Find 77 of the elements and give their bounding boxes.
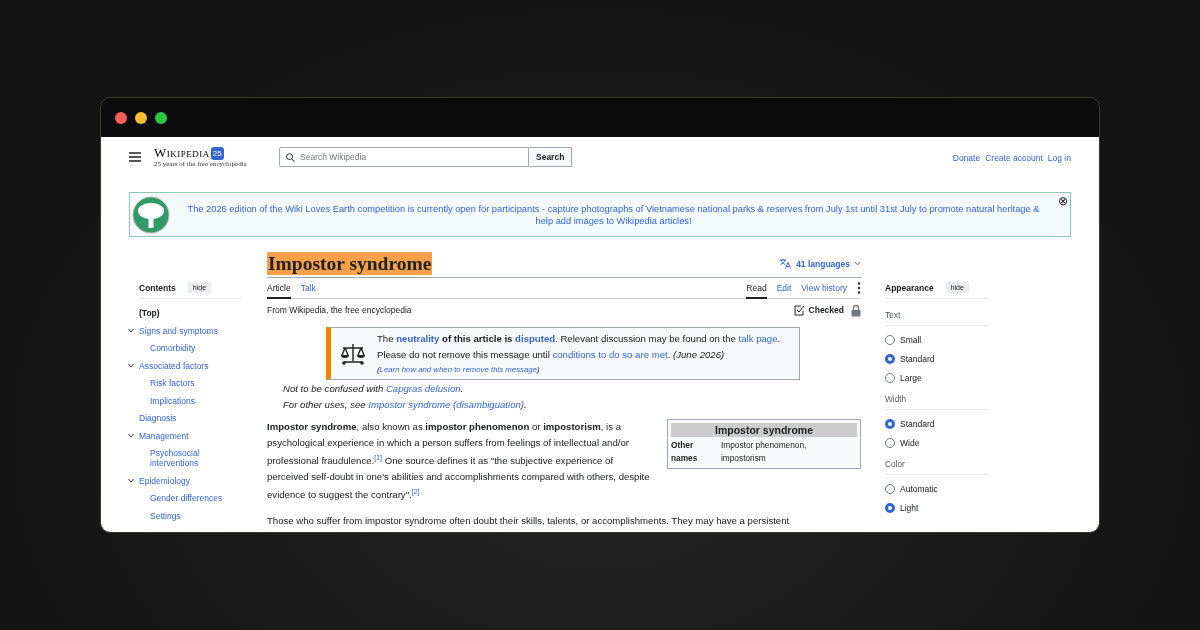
contents-link[interactable]: Settings <box>150 510 181 521</box>
contents-link[interactable]: Implications <box>150 395 195 406</box>
radio-label[interactable]: Standard <box>900 419 935 429</box>
text-link[interactable]: Capgras delusion <box>385 383 461 394</box>
minimize-icon[interactable] <box>135 111 147 124</box>
radio-button[interactable] <box>885 503 895 513</box>
close-icon[interactable]: ⊗ <box>1058 194 1068 208</box>
contents-link[interactable]: Management <box>139 430 189 441</box>
chevron-icon[interactable] <box>128 362 134 368</box>
contents-link[interactable]: Epidemiology <box>139 475 191 486</box>
header-link[interactable]: Create account <box>985 153 1043 163</box>
article-title: Impostor syndrome <box>267 252 433 275</box>
paragraph: Those who suffer from impostor syndrome often doubt their skills, talents, or accomplishments. They may have a persistent <box>267 513 791 528</box>
group-label: Text <box>885 299 989 326</box>
infobox-label: Other names <box>671 439 699 465</box>
infobox-title: Impostor syndrome <box>671 423 857 437</box>
scales-icon <box>339 341 367 366</box>
header-link[interactable]: Donate <box>952 153 981 163</box>
chevron-icon[interactable] <box>128 432 134 438</box>
hatnote: Not to be confused with Capgras delusion. <box>283 382 465 396</box>
group-label: Width <box>885 383 989 410</box>
page-tab[interactable]: Article <box>267 278 291 299</box>
radio-label[interactable]: Wide <box>900 438 920 448</box>
contents-link[interactable]: Risk factors <box>150 378 195 388</box>
notice-text: The neutrality of this article is disputed. Relevant discussion may be found on the talk page. Please do not remove this message until conditions to do so are met. (June 2026) <box>377 332 782 362</box>
tree-logo-icon <box>132 195 170 234</box>
search-icon <box>286 152 295 162</box>
contents-link[interactable]: Diagnosis <box>139 413 177 423</box>
logo-badge: 25 <box>210 146 224 160</box>
caret-icon <box>854 261 861 266</box>
page-tab[interactable]: Talk <box>300 278 316 299</box>
languages-button[interactable]: 41 languages <box>779 258 861 269</box>
close-icon[interactable] <box>115 111 127 124</box>
radio-label[interactable]: Light <box>900 503 919 513</box>
logo-title[interactable]: Wikipedia <box>154 146 210 160</box>
contents-link[interactable]: Gender differences <box>150 493 223 503</box>
contents-title: Contents <box>139 282 176 293</box>
translate-icon <box>779 258 793 269</box>
radio-label[interactable]: Automatic <box>900 484 938 494</box>
search-button[interactable]: Search <box>529 147 573 167</box>
infobox-value: Impostor phenomenon, impostorism <box>721 439 808 465</box>
contents-link[interactable]: (Top) <box>139 308 160 318</box>
hatnote: For other uses, see Impostor syndrome (disambiguation). <box>283 398 528 412</box>
page-tab[interactable]: Edit <box>776 278 792 299</box>
radio-label[interactable]: Standard <box>900 354 935 364</box>
radio-button[interactable] <box>885 373 895 383</box>
chevron-icon[interactable] <box>128 327 134 333</box>
checked-label: Checked <box>808 305 844 315</box>
text-link[interactable]: conditions to do so are met <box>552 349 668 360</box>
maximize-icon[interactable] <box>155 111 167 124</box>
text-link[interactable]: talk page <box>738 333 778 344</box>
lock-icon <box>851 303 861 317</box>
tagline: From Wikipedia, the free encyclopedia <box>267 305 412 315</box>
radio-label[interactable]: Large <box>900 373 922 383</box>
contents-link[interactable]: Signs and symptoms <box>139 325 218 336</box>
radio-button[interactable] <box>885 335 895 345</box>
text-link[interactable]: neutrality <box>396 333 440 344</box>
radio-button[interactable] <box>885 438 895 448</box>
radio-button[interactable] <box>885 484 895 494</box>
radio-button[interactable] <box>885 354 895 364</box>
page-tab[interactable]: View history <box>801 278 847 299</box>
menu-icon[interactable] <box>129 152 141 162</box>
contents-link[interactable]: Associated factors <box>139 360 209 371</box>
appearance-title: Appearance <box>885 282 934 293</box>
banner-text[interactable]: The 2026 edition of the Wiki Loves Earth competition is currently open for participants - capture photographs of Vietnamese national parks & reserves from July 1st until 31st July to promote natural heritage & help add images to Wikipedia articles! <box>175 202 1052 227</box>
contents-link[interactable]: Comorbidity <box>150 343 196 353</box>
chevron-icon[interactable] <box>128 477 134 483</box>
radio-button[interactable] <box>885 419 895 429</box>
checkbox-icon <box>793 304 805 316</box>
radio-label[interactable]: Small <box>900 335 922 345</box>
search-field[interactable]: Search Wikipedia <box>279 147 529 167</box>
page-tab[interactable]: Read <box>746 278 767 299</box>
more-icon[interactable] <box>857 282 861 294</box>
header-link[interactable]: Log in <box>1047 153 1071 163</box>
paragraph: Impostor syndrome, also known as impostor phenomenon or impostorism, is a psychological experience in which a person suffers from feelings of intellectual and/or professional fraudulence.$^{[1]}$ One source defines it as "the subjective experience of perceived self-doubt in one's abilities and accomplishments compared with others, despite evidence to suggest the contrary".$^{[2]}$ <box>267 420 651 503</box>
group-label: Color <box>885 448 989 475</box>
contents-link[interactable]: Psychosocial interventions <box>150 448 241 468</box>
